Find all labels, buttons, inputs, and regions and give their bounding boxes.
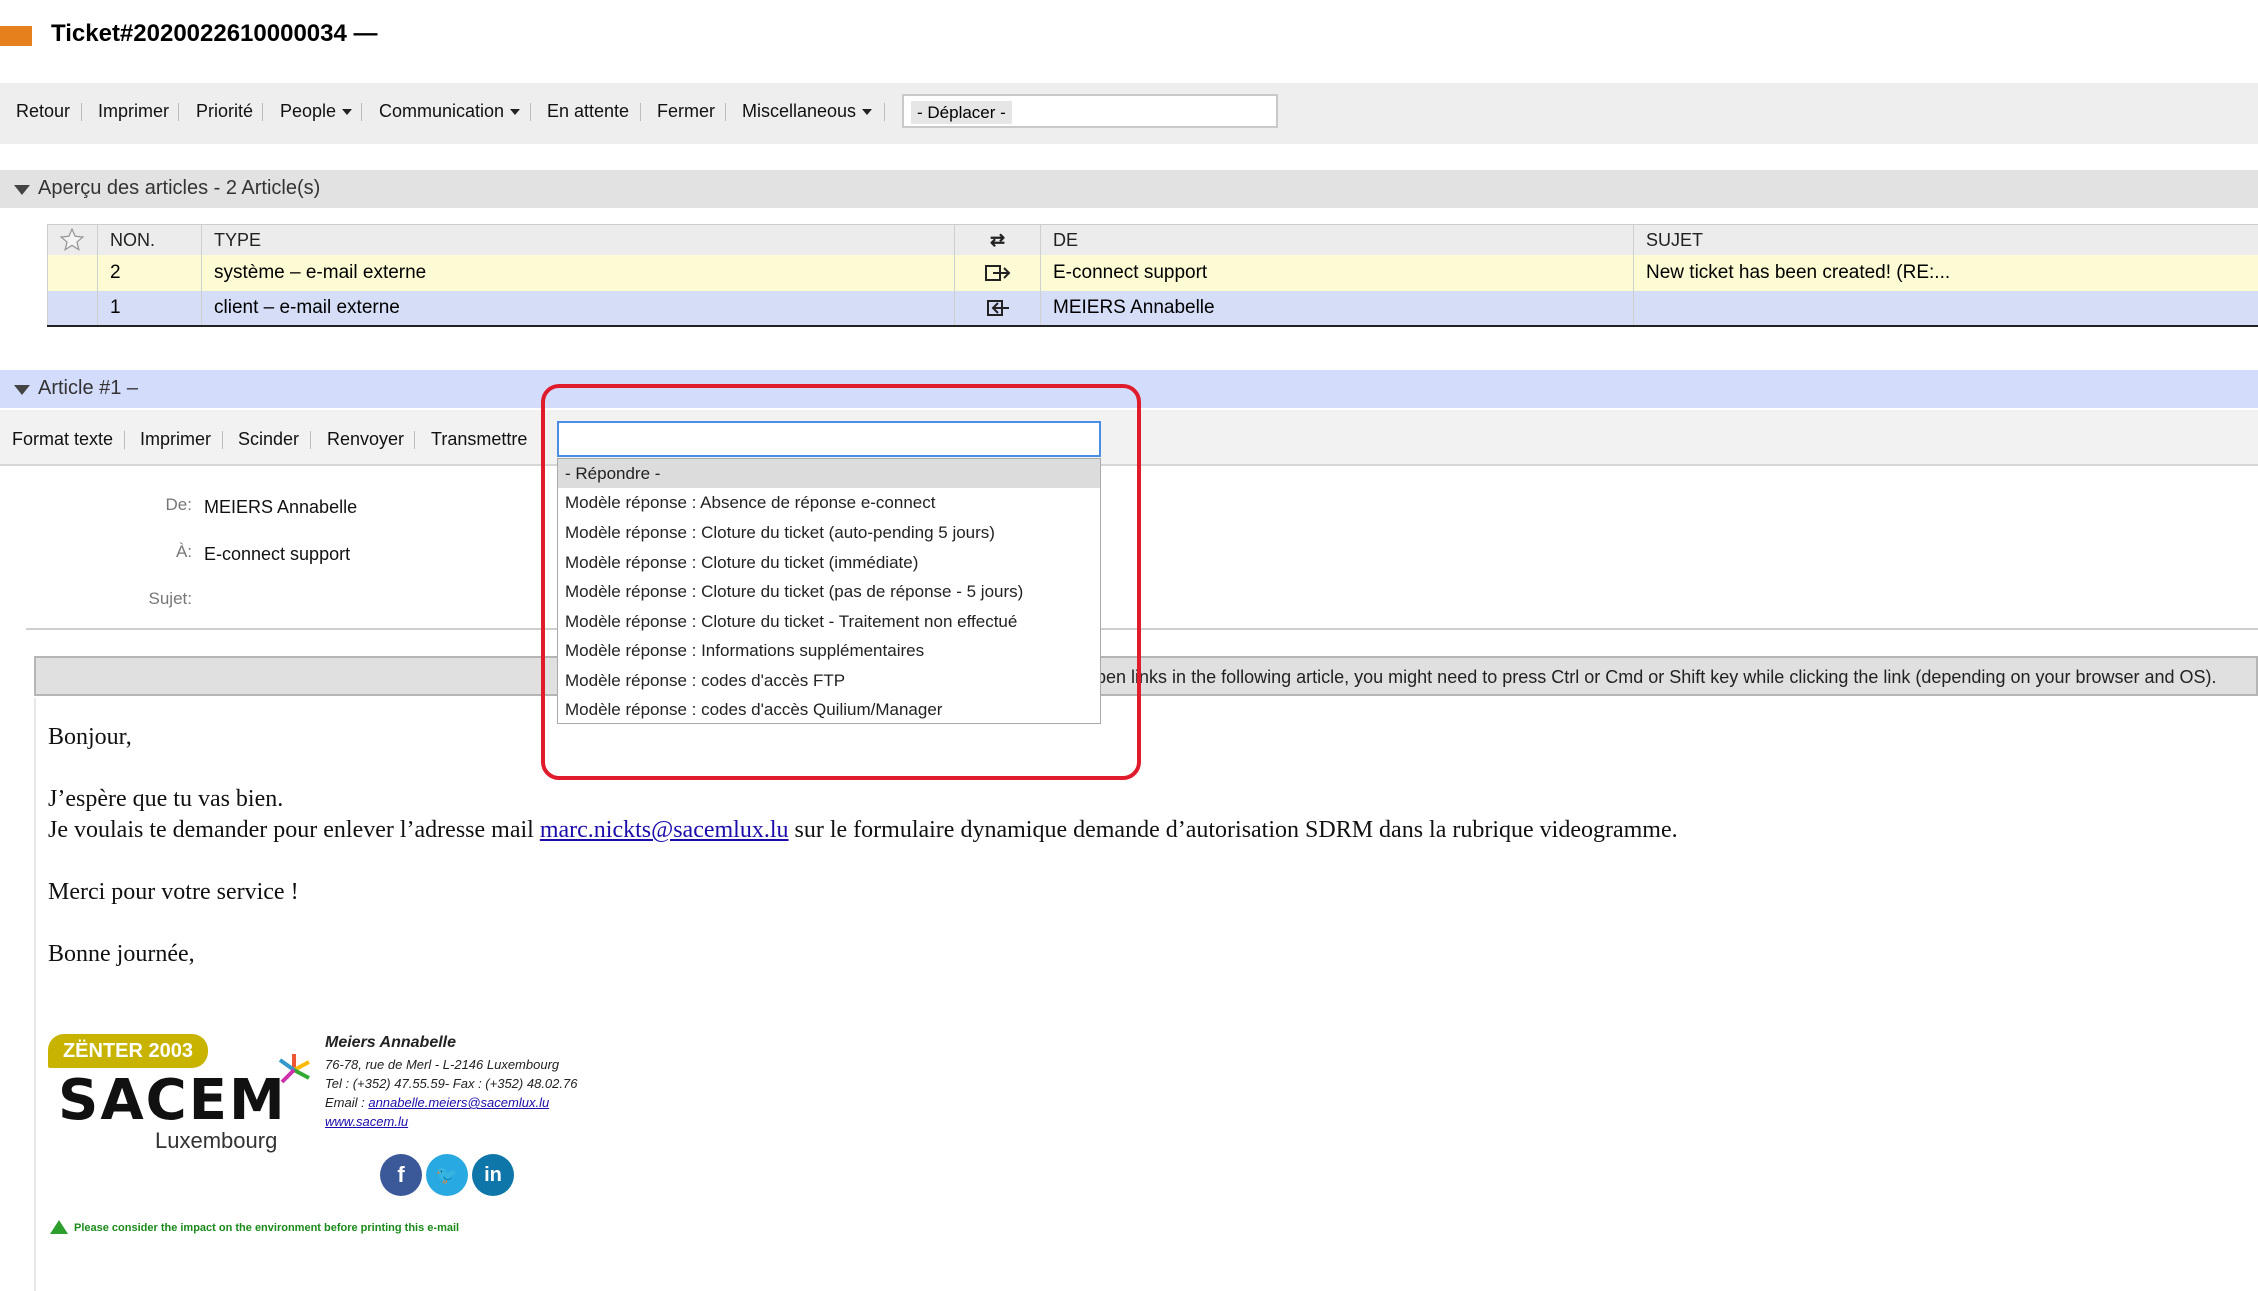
column-header-type[interactable]: TYPE <box>201 225 954 255</box>
signature-phone: Tel : (+352) 47.55.59- Fax : (+352) 48.0… <box>325 1076 578 1091</box>
ticket-title: Ticket#2020022610000034 — <box>51 20 378 47</box>
toolbar-separator <box>414 431 415 449</box>
from-label: De: <box>165 495 192 514</box>
link-notice-text: open links in the following article, you… <box>1086 667 2217 687</box>
incoming-icon <box>954 291 1040 325</box>
bounce-link[interactable]: Renvoyer <box>327 429 404 450</box>
split-link[interactable]: Scinder <box>238 429 299 450</box>
toolbar-separator <box>640 103 641 121</box>
toolbar-separator <box>884 103 885 121</box>
article-number: 2 <box>97 255 201 291</box>
article-from: E-connect support <box>1040 255 1633 291</box>
linkedin-icon[interactable]: in <box>472 1154 514 1196</box>
chevron-down-icon <box>510 109 521 116</box>
article-number: 1 <box>97 291 201 325</box>
sacem-logo-subtitle: Luxembourg <box>155 1128 278 1153</box>
communication-menu[interactable]: Communication <box>379 101 521 122</box>
mail-line-2-start: Je voulais te demander pour enlever l’ad… <box>48 817 540 843</box>
toolbar-separator <box>81 103 82 121</box>
close-link[interactable]: Fermer <box>657 101 715 122</box>
toolbar-separator <box>725 103 726 121</box>
article-subject <box>1633 291 2258 325</box>
column-header-direction[interactable]: ⇄ <box>954 225 1040 255</box>
article-label: Article #1 – <box>38 377 139 399</box>
toolbar-separator <box>361 103 362 121</box>
mail-line-3: Merci pour votre service ! <box>48 879 299 905</box>
divider <box>26 628 2258 630</box>
toolbar-separator <box>178 103 179 121</box>
ticket-title-marker <box>0 26 32 46</box>
back-link[interactable]: Retour <box>16 101 70 122</box>
toolbar-separator <box>222 431 223 449</box>
column-header-from[interactable]: DE <box>1040 225 1633 255</box>
mail-greeting: Bonjour, <box>48 724 132 750</box>
recycle-icon <box>48 1218 70 1236</box>
signature-website-link[interactable]: www.sacem.lu <box>325 1114 408 1129</box>
sacem-logo: SACEM <box>58 1068 287 1133</box>
article-type: client – e-mail externe <box>201 291 954 325</box>
twitter-icon[interactable]: 🐦 <box>426 1154 468 1196</box>
signature-name: Meiers Annabelle <box>325 1034 457 1051</box>
article-print-link[interactable]: Imprimer <box>140 429 211 450</box>
facebook-icon[interactable]: f <box>380 1154 422 1196</box>
to-label: À: <box>175 542 192 561</box>
link-notice-bar: open links in the following article, you… <box>34 656 2258 696</box>
people-menu[interactable]: People <box>280 101 353 122</box>
signature-address: 76-78, rue de Merl - L-2146 Luxembourg <box>325 1057 560 1072</box>
toolbar-separator <box>310 431 311 449</box>
priority-link[interactable]: Priorité <box>196 101 253 122</box>
article-from: MEIERS Annabelle <box>1040 291 1633 325</box>
people-menu-label: People <box>280 101 337 121</box>
table-header-row: NON. TYPE ⇄ DE SUJET <box>47 224 2258 256</box>
highlight-annotation <box>541 384 1141 780</box>
collapse-triangle-icon <box>14 185 30 195</box>
star-cell <box>47 291 97 325</box>
toolbar-separator <box>262 103 263 121</box>
table-row[interactable]: 1 client – e-mail externe MEIERS Annabel… <box>47 291 2258 327</box>
signature-email-label: Email : <box>325 1095 369 1110</box>
column-header-no[interactable]: NON. <box>97 225 201 255</box>
pending-link[interactable]: En attente <box>547 101 629 122</box>
column-header-subject[interactable]: SUJET <box>1633 225 2258 255</box>
articles-overview-header[interactable]: Aperçu des articles - 2 Article(s) <box>0 170 2258 208</box>
communication-menu-label: Communication <box>379 101 505 121</box>
article-type: système – e-mail externe <box>201 255 954 291</box>
table-row[interactable]: 2 système – e-mail externe E-connect sup… <box>47 255 2258 293</box>
mail-line-2: Je voulais te demander pour enlever l’ad… <box>48 817 1678 844</box>
chevron-down-icon <box>862 109 873 116</box>
toolbar-separator <box>124 431 125 449</box>
star-icon[interactable] <box>47 225 97 255</box>
from-value: MEIERS Annabelle <box>204 497 358 517</box>
print-link[interactable]: Imprimer <box>98 101 169 122</box>
signature-email-line: Email : annabelle.meiers@sacemlux.lu <box>325 1095 549 1110</box>
articles-overview-label: Aperçu des articles - 2 Article(s) <box>38 177 321 199</box>
article-subject: New ticket has been created! (RE:... <box>1633 255 2258 291</box>
move-queue-value: - Déplacer - <box>911 101 1012 124</box>
star-cell <box>47 255 97 291</box>
logo-sparkle-icon <box>276 1052 312 1088</box>
format-text-link[interactable]: Format texte <box>12 429 113 450</box>
outgoing-icon <box>954 255 1040 291</box>
forward-link[interactable]: Transmettre <box>431 429 527 450</box>
toolbar-separator <box>530 103 531 121</box>
anniversary-badge: ZËNTER 2003 <box>48 1034 208 1068</box>
chevron-down-icon <box>342 109 353 116</box>
mail-line-4: Bonne journée, <box>48 941 195 967</box>
miscellaneous-menu-label: Miscellaneous <box>742 101 857 121</box>
subject-label: Sujet: <box>148 589 192 608</box>
collapse-triangle-icon <box>14 385 30 395</box>
mail-line-1: J’espère que tu vas bien. <box>48 786 284 812</box>
article-body <box>34 698 2258 1291</box>
signature-email-link[interactable]: annabelle.meiers@sacemlux.lu <box>368 1095 549 1110</box>
to-value: E-connect support <box>204 544 351 564</box>
mail-line-2-end: sur le formulaire dynamique demande d’au… <box>788 817 1678 843</box>
eco-note: Please consider the impact on the enviro… <box>74 1222 460 1234</box>
email-link[interactable]: marc.nickts@sacemlux.lu <box>540 817 789 843</box>
move-queue-select[interactable]: - Déplacer - <box>902 94 1278 128</box>
miscellaneous-menu[interactable]: Miscellaneous <box>742 101 873 122</box>
